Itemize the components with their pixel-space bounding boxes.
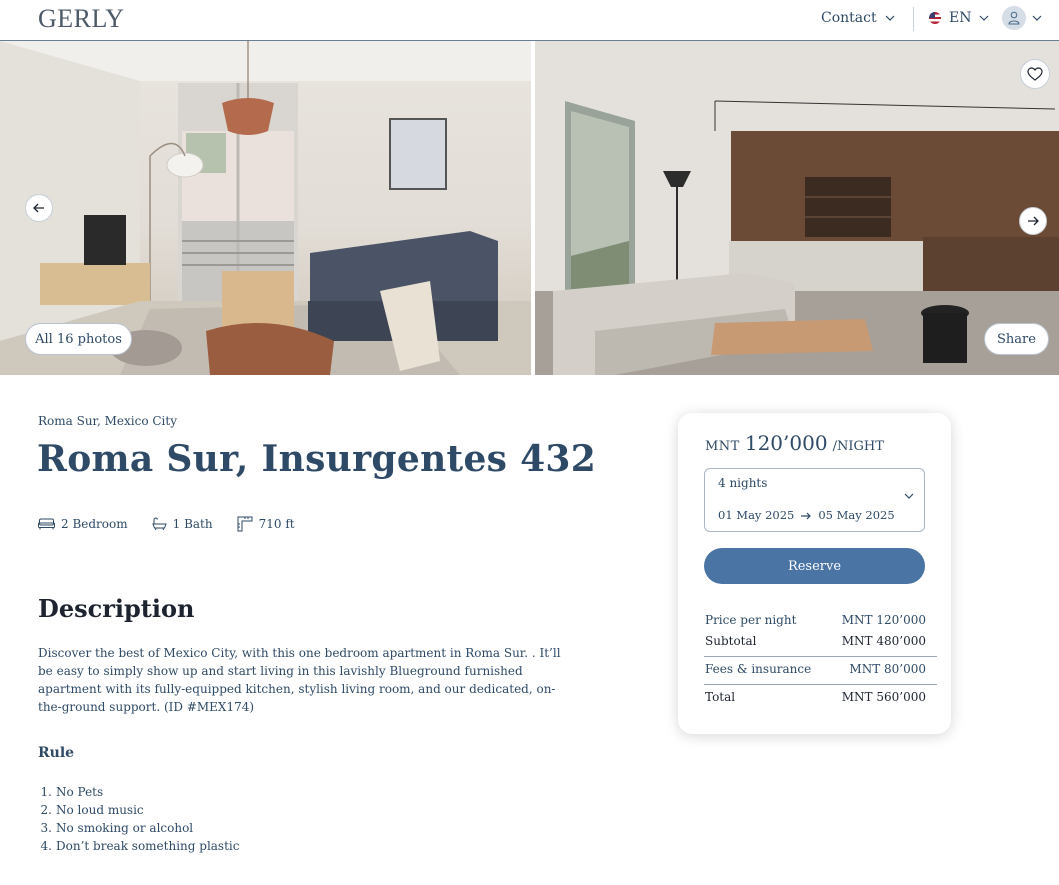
contact-menu[interactable]: Contact [821,10,895,26]
bath-icon [151,517,167,531]
nightly-price: MNT 120’000 /NIGHT [705,431,884,455]
feature-area: 710 ft [237,516,295,532]
subtotal-value: MNT 480’000 [841,634,926,648]
avatar [1002,6,1026,30]
bed-icon [38,518,55,530]
date-range: 01 May 2025 05 May 2025 [718,508,895,522]
list-item: 4. Don’t break something plastic [38,837,240,855]
subtotal-row: Subtotal MNT 480’000 [705,634,926,648]
user-menu[interactable] [1002,6,1042,30]
nav-divider [913,7,914,31]
gallery-photo-living-room[interactable]: All 16 photos [0,41,531,375]
reserve-button[interactable]: Reserve [704,548,925,584]
listing-features: 2 Bedroom 1 Bath 710 ft [38,516,295,532]
chevron-down-icon [885,15,895,21]
baths-label: 1 Bath [172,517,213,531]
feature-bedrooms: 2 Bedroom [38,516,128,532]
price-per-night-value: MNT 120’000 [841,613,926,627]
chevron-down-icon [904,493,914,499]
listing-location: Roma Sur, Mexico City [38,414,177,428]
check-in-date: 01 May 2025 [718,508,795,522]
total-row: Total MNT 560’000 [705,690,926,704]
all-photos-button[interactable]: All 16 photos [25,323,132,355]
photo-gallery: All 16 photos Share [0,41,1059,375]
price-per-night-label: Price per night [705,613,797,627]
language-selector[interactable]: EN [929,10,989,26]
total-value: MNT 560’000 [841,690,926,704]
list-item: 1. No Pets [38,783,239,801]
top-navigation-bar: GERLY Contact EN [0,0,1059,41]
next-photo-button[interactable] [1019,207,1047,235]
subtotal-label: Subtotal [705,634,757,648]
rule-text: No smoking or alcohol [56,821,194,835]
arrow-right-icon [801,512,812,520]
flag-us-icon [929,12,941,24]
heart-icon [1027,67,1043,81]
list-item: 3. No smoking or alcohol [38,819,239,837]
list-item: 2. No loud music [38,801,239,819]
area-label: 710 ft [258,517,295,531]
fees-label: Fees & insurance [705,662,812,676]
divider [704,684,937,685]
divider [704,656,937,657]
total-label: Total [705,690,736,704]
previous-photo-button[interactable] [25,194,53,222]
share-button[interactable]: Share [984,323,1049,355]
date-range-selector[interactable]: 4 nights 01 May 2025 05 May 2025 [704,468,925,532]
price-amount: 120’000 [744,431,828,455]
fees-value: MNT 80’000 [849,662,926,676]
list-number: 2. [40,803,52,817]
arrow-right-icon [1028,216,1039,226]
contact-label: Contact [821,10,877,26]
list-number: 3. [40,821,52,835]
rule-text: Don’t break something plastic [56,839,240,853]
price-currency: MNT [705,439,740,454]
check-out-date: 05 May 2025 [818,508,895,522]
booking-card: MNT 120’000 /NIGHT 4 nights 01 May 2025 … [678,413,951,734]
area-icon [237,516,253,532]
favorite-button[interactable] [1020,59,1050,89]
rule-text: No Pets [56,785,104,799]
list-number: 1. [40,785,52,799]
gallery-photo-lounge[interactable]: Share [535,41,1059,375]
price-unit: /NIGHT [832,439,884,454]
feature-baths: 1 Bath [151,516,213,532]
rule-text: No loud music [56,803,144,817]
lounge-photo [535,41,1059,375]
price-per-night-row: Price per night MNT 120’000 [705,613,926,627]
language-label: EN [949,10,972,26]
rules-list: 1. No Pets 2. No loud music 3. No smoking o… [38,783,240,855]
list-number: 4. [40,839,52,853]
fees-row: Fees & insurance MNT 80’000 [705,662,926,676]
listing-title: Roma Sur, Insurgentes 432 [37,438,597,480]
description-text: Discover the best of Mexico City, with t… [38,646,561,714]
user-icon [1008,11,1020,25]
chevron-down-icon [980,15,989,21]
rule-heading: Rule [38,745,75,761]
gerly-logo[interactable]: GERLY [38,4,125,34]
description-heading: Description [38,594,195,623]
nights-count: 4 nights [718,476,768,490]
arrow-left-icon [33,203,44,213]
bedrooms-label: 2 Bedroom [61,517,128,531]
chevron-down-icon [1032,15,1042,21]
